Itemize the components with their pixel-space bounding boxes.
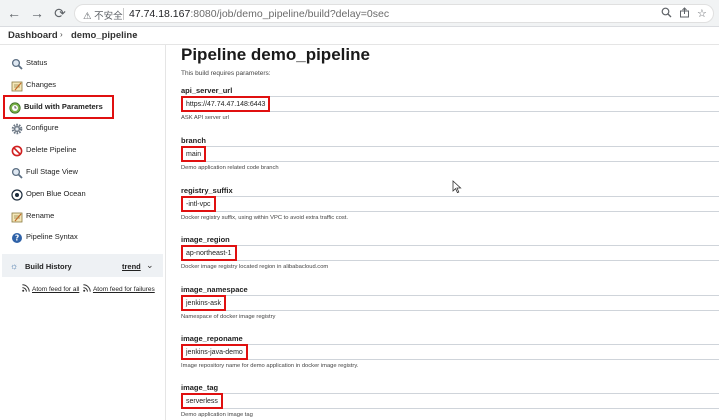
security-warning[interactable]: ⚠ 不安全 [83,8,123,22]
sidebar-item-label: Full Stage View [26,167,78,176]
sidebar-item-label: Configure [26,123,59,132]
search-icon [11,166,23,179]
param-name: registry_suffix [181,186,233,195]
param-description: Namespace of docker image registry [181,314,276,320]
param-name: branch [181,136,207,145]
param-input-value[interactable]: ap-northeast-1 [181,245,237,261]
param-description: ASK API server url [181,115,230,121]
chevron-down-icon[interactable]: ⌄ [146,260,154,271]
sidebar-item-label: Build with Parameters [24,102,103,111]
param-input-field[interactable] [181,146,719,162]
sidebar-item-status[interactable]: Status [7,54,159,72]
sidebar-item-configure[interactable]: Configure [7,119,159,137]
sidebar-item-label: Changes [26,80,57,89]
param-input-value[interactable]: jenkins-java-demo [181,344,248,360]
gear-icon [11,122,23,135]
param-name: image_reponame [181,334,243,343]
param-input-field[interactable] [181,295,719,311]
forward-arrow-icon[interactable]: → [28,4,46,22]
build-history-header: ☼ Build History trend ⌄ [2,254,163,277]
bookmark-star-icon[interactable]: ☆ [697,7,707,20]
help-icon: ? [11,231,23,243]
browser-toolbar: ← → ⟳ ⚠ 不安全 47.74.18.167:8080/job/demo_p… [0,0,719,27]
trend-link[interactable]: trend [122,262,141,271]
url-text[interactable]: 47.74.18.167:8080/job/demo_pipeline/buil… [129,8,389,20]
param-name: image_region [181,235,230,244]
param-input-field[interactable] [181,245,719,261]
breadcrumb-chevron-icon[interactable]: › [60,30,63,39]
build-history-label: Build History [25,262,72,271]
url-path: :8080/job/demo_pipeline/build?delay=0sec [190,8,390,20]
sidebar-item-changes[interactable]: Changes [7,76,159,94]
param-description: Image repository name for demo applicati… [181,363,359,369]
svg-text:?: ? [15,234,19,243]
param-description: Demo application related code branch [181,165,279,171]
param-name: image_namespace [181,285,248,294]
param-input-value[interactable]: jenkins-ask [181,295,227,311]
param-description: Demo application image tag [181,412,253,418]
back-arrow-icon[interactable]: ← [5,4,23,22]
address-divider [123,8,124,20]
zoom-icon[interactable] [661,7,672,21]
atom-feed-all-link[interactable]: Atom feed for all [32,286,79,293]
sidebar-item-build-with-parameters[interactable]: Build with Parameters [3,95,114,119]
param-input-value[interactable]: -intl-vpc [181,196,216,212]
mouse-cursor-icon [452,180,462,194]
notepad-icon [11,79,23,92]
sidebar-item-label: Rename [26,211,55,220]
atom-feed-failures-link[interactable]: Atom feed for failures [93,286,155,293]
share-icon[interactable] [679,7,690,21]
security-label: 不安全 [94,11,123,22]
param-input-value[interactable]: https://47.74.47.148:6443 [181,96,271,112]
breadcrumb-chevron-icon[interactable]: › [134,30,137,39]
reload-icon[interactable]: ⟳ [51,4,69,22]
breadcrumb-dashboard[interactable]: Dashboard [8,30,58,41]
sidebar-item-label: Open Blue Ocean [26,189,86,198]
parameters-intro: This build requires parameters: [181,70,271,77]
page-title: Pipeline demo_pipeline [181,45,370,64]
build-clock-icon [9,101,21,114]
param-input-field[interactable] [181,393,719,409]
sidebar-item-label: Delete Pipeline [26,145,77,154]
search-icon [11,57,23,70]
sidebar-item-open-blue-ocean[interactable]: Open Blue Ocean [7,185,159,203]
sidebar-item-label: Pipeline Syntax [26,232,78,241]
param-name: api_server_url [181,86,233,95]
param-input-field[interactable] [181,344,719,360]
sidebar-item-full-stage-view[interactable]: Full Stage View [7,163,159,181]
rss-icon [22,284,30,292]
param-input-field[interactable] [181,196,719,212]
main-content: Pipeline demo_pipeline This build requir… [181,45,719,420]
address-bar[interactable]: ⚠ 不安全 47.74.18.167:8080/job/demo_pipelin… [74,4,714,23]
param-name: image_tag [181,383,219,392]
sidebar: Status Changes Build with Parameters Con… [0,45,166,420]
sidebar-item-delete-pipeline[interactable]: Delete Pipeline [7,141,159,159]
rss-icon [83,284,91,292]
breadcrumb: Dashboard › demo_pipeline › [0,27,719,45]
blue-ocean-icon [11,188,23,201]
notepad-icon [11,210,23,223]
param-description: Docker image registry located region in … [181,264,329,270]
url-host: 47.74.18.167 [129,8,191,20]
sidebar-item-pipeline-syntax[interactable]: ? Pipeline Syntax [7,228,159,246]
sidebar-item-label: Status [26,58,48,67]
no-entry-icon [11,144,23,157]
sidebar-item-rename[interactable]: Rename [7,207,159,225]
param-input-value[interactable]: serverless [181,393,223,409]
atom-feeds: Atom feed for all Atom feed for failures [22,284,155,293]
param-input-value[interactable]: main [181,146,207,162]
breadcrumb-job[interactable]: demo_pipeline [71,30,138,41]
build-history-icon: ☼ [10,261,19,271]
param-description: Docker registry suffix, using within VPC… [181,215,348,221]
